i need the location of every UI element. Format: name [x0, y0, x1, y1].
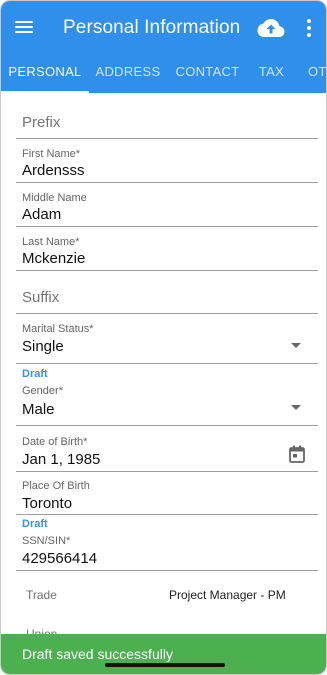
- date-of-birth-field[interactable]: Date of Birth* Jan 1, 1985: [16, 434, 318, 472]
- tab-address[interactable]: ADDRESS: [89, 57, 167, 93]
- last-name-value: Mckenzie: [22, 250, 86, 267]
- calendar-icon[interactable]: [289, 445, 305, 463]
- chevron-down-icon[interactable]: [291, 405, 301, 410]
- place-of-birth-value: Toronto: [22, 495, 73, 512]
- snackbar-message: Draft saved successfully: [22, 646, 173, 662]
- first-name-field[interactable]: First Name* Ardensss: [16, 145, 318, 183]
- marital-status-value: Single: [22, 338, 64, 355]
- ssn-label: SSN/SIN*: [22, 535, 71, 547]
- ssn-draft-badge: Draft: [22, 518, 48, 530]
- menu-icon[interactable]: [15, 18, 35, 38]
- gender-value: Male: [22, 401, 55, 418]
- last-name-field[interactable]: Last Name* Mckenzie: [16, 233, 318, 271]
- app-bar: Personal Information PERSONAL ADDRESS CO…: [1, 1, 326, 93]
- marital-status-label: Marital Status*: [22, 323, 94, 335]
- middle-name-field[interactable]: Middle Name Adam: [16, 189, 318, 227]
- ssn-value: 429566414: [22, 550, 98, 567]
- prefix-placeholder: Prefix: [22, 114, 61, 131]
- chevron-down-icon[interactable]: [291, 343, 301, 348]
- first-name-label: First Name*: [22, 148, 81, 160]
- more-vert-icon[interactable]: [303, 17, 315, 39]
- trade-row[interactable]: Trade Project Manager - PM: [26, 588, 316, 606]
- tab-tax[interactable]: TAX: [248, 57, 295, 93]
- gender-draft-badge: Draft: [22, 368, 48, 380]
- toolbar: Personal Information: [1, 1, 326, 57]
- place-of-birth-label: Place Of Birth: [22, 480, 90, 492]
- date-of-birth-value: Jan 1, 1985: [22, 451, 101, 468]
- section-tabs: PERSONAL ADDRESS CONTACT TAX OTI: [1, 57, 326, 93]
- tab-personal[interactable]: PERSONAL: [1, 57, 89, 93]
- cloud-upload-icon[interactable]: [257, 16, 285, 40]
- trade-value: Project Manager - PM: [169, 588, 286, 602]
- home-indicator[interactable]: [105, 663, 225, 667]
- tab-contact[interactable]: CONTACT: [167, 57, 248, 93]
- gender-select[interactable]: Gender* Male: [16, 383, 318, 426]
- place-of-birth-field[interactable]: Place Of Birth Toronto: [16, 478, 318, 515]
- ssn-field[interactable]: SSN/SIN* 429566414: [16, 533, 318, 571]
- app-screen: Personal Information PERSONAL ADDRESS CO…: [0, 0, 327, 675]
- gender-label: Gender*: [22, 385, 63, 397]
- date-of-birth-label: Date of Birth*: [22, 436, 88, 448]
- middle-name-label: Middle Name: [22, 192, 87, 204]
- last-name-label: Last Name*: [22, 236, 80, 248]
- snackbar: Draft saved successfully: [1, 634, 326, 674]
- trade-label: Trade: [26, 588, 57, 602]
- marital-status-select[interactable]: Marital Status* Single: [16, 321, 318, 364]
- suffix-field[interactable]: Suffix: [16, 282, 318, 314]
- page-title: Personal Information: [63, 17, 241, 38]
- tab-other[interactable]: OTI: [295, 57, 326, 93]
- middle-name-value: Adam: [22, 206, 62, 223]
- first-name-value: Ardensss: [22, 162, 85, 179]
- suffix-placeholder: Suffix: [22, 289, 60, 306]
- prefix-field[interactable]: Prefix: [16, 107, 318, 139]
